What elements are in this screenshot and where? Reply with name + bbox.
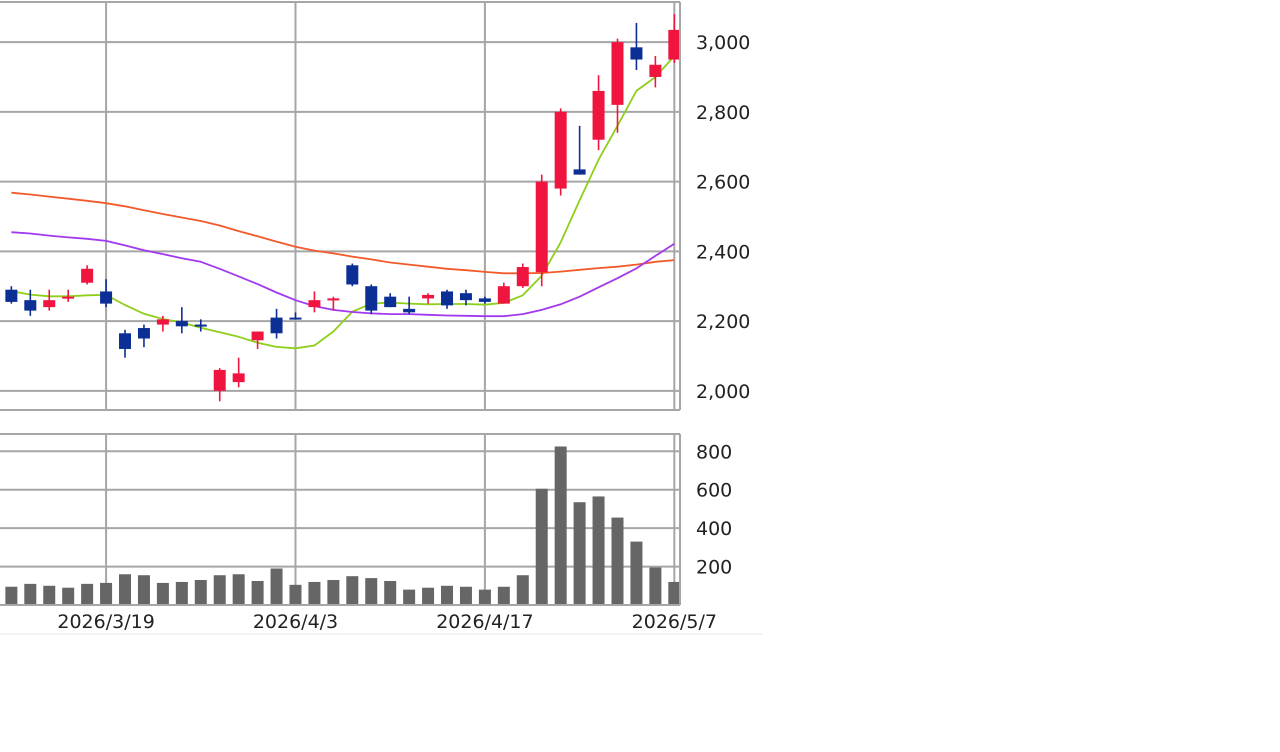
price-tick-label: 2,400 bbox=[696, 241, 750, 263]
volume-bar bbox=[175, 581, 188, 605]
volume-bar bbox=[649, 567, 662, 605]
volume-bar bbox=[422, 587, 435, 605]
volume-bar bbox=[43, 585, 56, 605]
candle-body bbox=[251, 331, 264, 341]
candle-body bbox=[668, 29, 681, 60]
volume-bar bbox=[270, 568, 283, 605]
volume-bar bbox=[156, 582, 169, 605]
price-tick-label: 2,000 bbox=[696, 381, 750, 403]
candle-body bbox=[119, 333, 132, 349]
candle-body bbox=[194, 324, 207, 327]
candle-body bbox=[308, 300, 321, 308]
volume-bar bbox=[516, 575, 529, 605]
volume-bar bbox=[441, 585, 454, 605]
candle-body bbox=[5, 289, 18, 302]
date-tick-label: 2026/4/17 bbox=[436, 611, 533, 633]
volume-tick-label: 400 bbox=[696, 518, 732, 540]
candle-body bbox=[459, 293, 472, 301]
candle-body bbox=[213, 369, 226, 391]
date-tick-label: 2026/3/19 bbox=[57, 611, 154, 633]
candle-body bbox=[516, 267, 529, 287]
candle-body bbox=[365, 286, 378, 311]
candle-body bbox=[270, 317, 283, 334]
candle-body bbox=[175, 321, 188, 327]
candle-body bbox=[232, 373, 245, 383]
volume-bar bbox=[289, 584, 302, 605]
candle-body bbox=[497, 286, 510, 304]
candle-body bbox=[327, 298, 340, 301]
volume-bar bbox=[100, 582, 113, 605]
volume-bar bbox=[573, 502, 586, 605]
date-tick-label: 2026/5/7 bbox=[632, 611, 717, 633]
volume-bar bbox=[592, 496, 605, 605]
candle-body bbox=[62, 296, 75, 299]
candle-body bbox=[573, 169, 586, 175]
volume-bar bbox=[119, 574, 132, 605]
candle-body bbox=[611, 42, 624, 105]
volume-bar bbox=[668, 581, 681, 605]
stock-chart: 2,000 2,200 2,400 2,600 2,800 3,000 200 … bbox=[0, 0, 1280, 752]
date-tick-label: 2026/4/3 bbox=[253, 611, 338, 633]
volume-bar bbox=[459, 586, 472, 605]
candle-body bbox=[100, 291, 113, 304]
volume-tick-label: 200 bbox=[696, 557, 732, 579]
volume-bar bbox=[497, 586, 510, 605]
volume-bar bbox=[611, 517, 624, 605]
volume-bar bbox=[5, 586, 18, 605]
candle-body bbox=[384, 296, 397, 308]
volume-bar bbox=[554, 446, 567, 605]
candle-body bbox=[43, 300, 56, 308]
volume-bar bbox=[478, 589, 491, 605]
volume-bar bbox=[81, 583, 94, 605]
volume-bar bbox=[232, 574, 245, 605]
candle-body bbox=[649, 64, 662, 77]
volume-bar bbox=[384, 580, 397, 605]
volume-bar bbox=[630, 541, 643, 605]
candle-body bbox=[422, 294, 435, 299]
candle-body bbox=[289, 317, 302, 320]
volume-bar bbox=[535, 488, 548, 605]
candle-body bbox=[156, 319, 169, 325]
candle-body bbox=[630, 47, 643, 60]
candle-body bbox=[346, 265, 359, 285]
candle-body bbox=[24, 300, 37, 311]
candle-body bbox=[137, 328, 150, 339]
candle-body bbox=[535, 181, 548, 273]
volume-bar bbox=[62, 587, 75, 605]
volume-bar bbox=[24, 583, 37, 605]
price-tick-label: 2,600 bbox=[696, 172, 750, 194]
volume-bar bbox=[403, 589, 416, 605]
price-tick-label: 2,200 bbox=[696, 311, 750, 333]
price-tick-label: 3,000 bbox=[696, 32, 750, 54]
price-tick-label: 2,800 bbox=[696, 102, 750, 124]
volume-bar bbox=[365, 578, 378, 605]
volume-bar bbox=[346, 576, 359, 605]
candle-body bbox=[592, 90, 605, 140]
volume-tick-label: 800 bbox=[696, 441, 732, 463]
volume-bar bbox=[327, 580, 340, 605]
volume-bar bbox=[213, 575, 226, 605]
candle-body bbox=[554, 111, 567, 189]
candle-body bbox=[403, 308, 416, 313]
candle-body bbox=[478, 298, 491, 302]
volume-bar bbox=[137, 575, 150, 605]
candle-body bbox=[81, 268, 94, 283]
volume-tick-label: 600 bbox=[696, 480, 732, 502]
volume-bar bbox=[251, 580, 264, 605]
volume-bar bbox=[194, 580, 207, 605]
volume-bar bbox=[308, 581, 321, 605]
candle-body bbox=[441, 291, 454, 306]
